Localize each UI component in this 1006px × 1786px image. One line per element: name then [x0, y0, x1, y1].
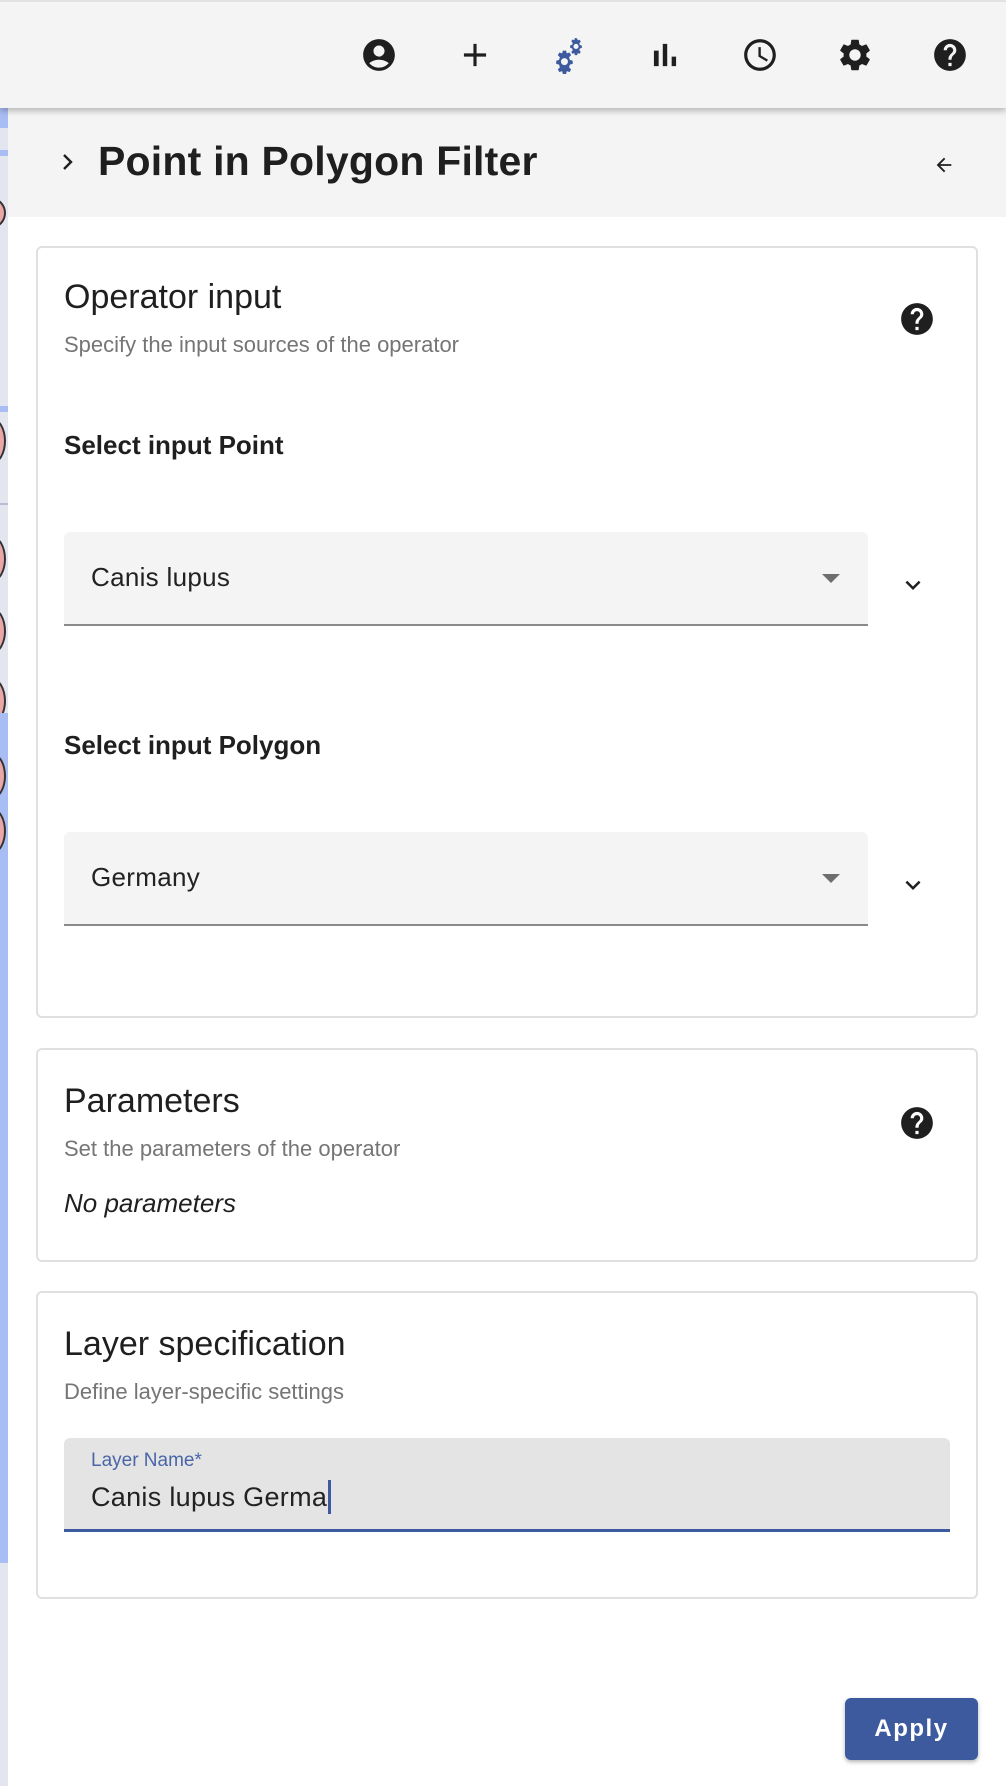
map-border-line — [0, 503, 8, 505]
operators-button[interactable] — [550, 35, 590, 75]
operators-icon — [556, 38, 582, 74]
map-water — [0, 108, 8, 128]
map-cluster-marker[interactable] — [0, 608, 6, 654]
layer-name-value-wrap: Canis lupus Germa — [91, 1480, 332, 1514]
account-button[interactable] — [359, 35, 399, 75]
card-title: Parameters — [64, 1082, 240, 1120]
add-data-button[interactable] — [455, 35, 495, 75]
dropdown-arrow-icon — [822, 874, 840, 883]
chevron-right-icon[interactable] — [58, 150, 78, 174]
card-title: Layer specification — [64, 1325, 346, 1363]
card-title: Operator input — [64, 278, 282, 316]
polygon-input-value: Germany — [91, 862, 201, 892]
top-toolbar — [0, 0, 1006, 108]
point-input-value: Canis lupus — [91, 562, 231, 592]
help-icon — [934, 39, 966, 71]
time-button[interactable] — [740, 35, 780, 75]
help-icon[interactable] — [898, 1104, 936, 1142]
plots-button[interactable] — [645, 35, 685, 75]
map-view-edge[interactable] — [0, 108, 8, 1786]
chevron-down-icon[interactable] — [898, 870, 928, 900]
layer-spec-card: Layer specification Define layer-specifi… — [36, 1291, 978, 1599]
panel-title: Point in Polygon Filter — [98, 138, 538, 184]
card-subtitle: Specify the input sources of the operato… — [64, 332, 460, 357]
layer-name-label: Layer Name* — [91, 1450, 202, 1471]
map-cluster-marker[interactable] — [0, 536, 6, 582]
point-input-select[interactable]: Canis lupus — [64, 532, 868, 626]
bar-chart-icon — [653, 43, 677, 67]
dropdown-arrow-icon — [822, 574, 840, 583]
panel-header: Point in Polygon Filter — [8, 108, 1006, 217]
layer-name-input[interactable]: Layer Name* Canis lupus Germa — [64, 1438, 950, 1532]
text-caret — [328, 1480, 332, 1514]
help-icon[interactable] — [898, 300, 936, 338]
clock-icon — [744, 39, 776, 71]
card-subtitle: Define layer-specific settings — [64, 1379, 345, 1404]
polygon-input-select[interactable]: Germany — [64, 832, 868, 926]
operator-sidebar: Point in Polygon Filter Operator input S… — [8, 108, 1006, 1786]
account-icon — [363, 39, 395, 71]
polygon-input-label: Select input Polygon — [64, 730, 322, 760]
apply-button[interactable]: Apply — [845, 1698, 978, 1760]
settings-icon — [840, 39, 870, 71]
map-water — [0, 150, 8, 156]
parameters-card: Parameters Set the parameters of the ope… — [36, 1048, 978, 1262]
card-subtitle: Set the parameters of the operator — [64, 1136, 401, 1161]
point-input-label: Select input Point — [64, 430, 284, 460]
settings-button[interactable] — [835, 35, 875, 75]
map-water — [0, 406, 8, 412]
map-cluster-marker[interactable] — [0, 418, 6, 464]
map-cluster-marker[interactable] — [0, 198, 6, 228]
chevron-down-icon[interactable] — [898, 570, 928, 600]
add-icon — [463, 43, 487, 67]
help-button[interactable] — [930, 35, 970, 75]
layer-name-value: Canis lupus Germa — [91, 1481, 328, 1512]
no-parameters-text: No parameters — [64, 1188, 236, 1218]
back-arrow-icon[interactable] — [933, 154, 955, 176]
operator-input-card: Operator input Specify the input sources… — [36, 246, 978, 1018]
